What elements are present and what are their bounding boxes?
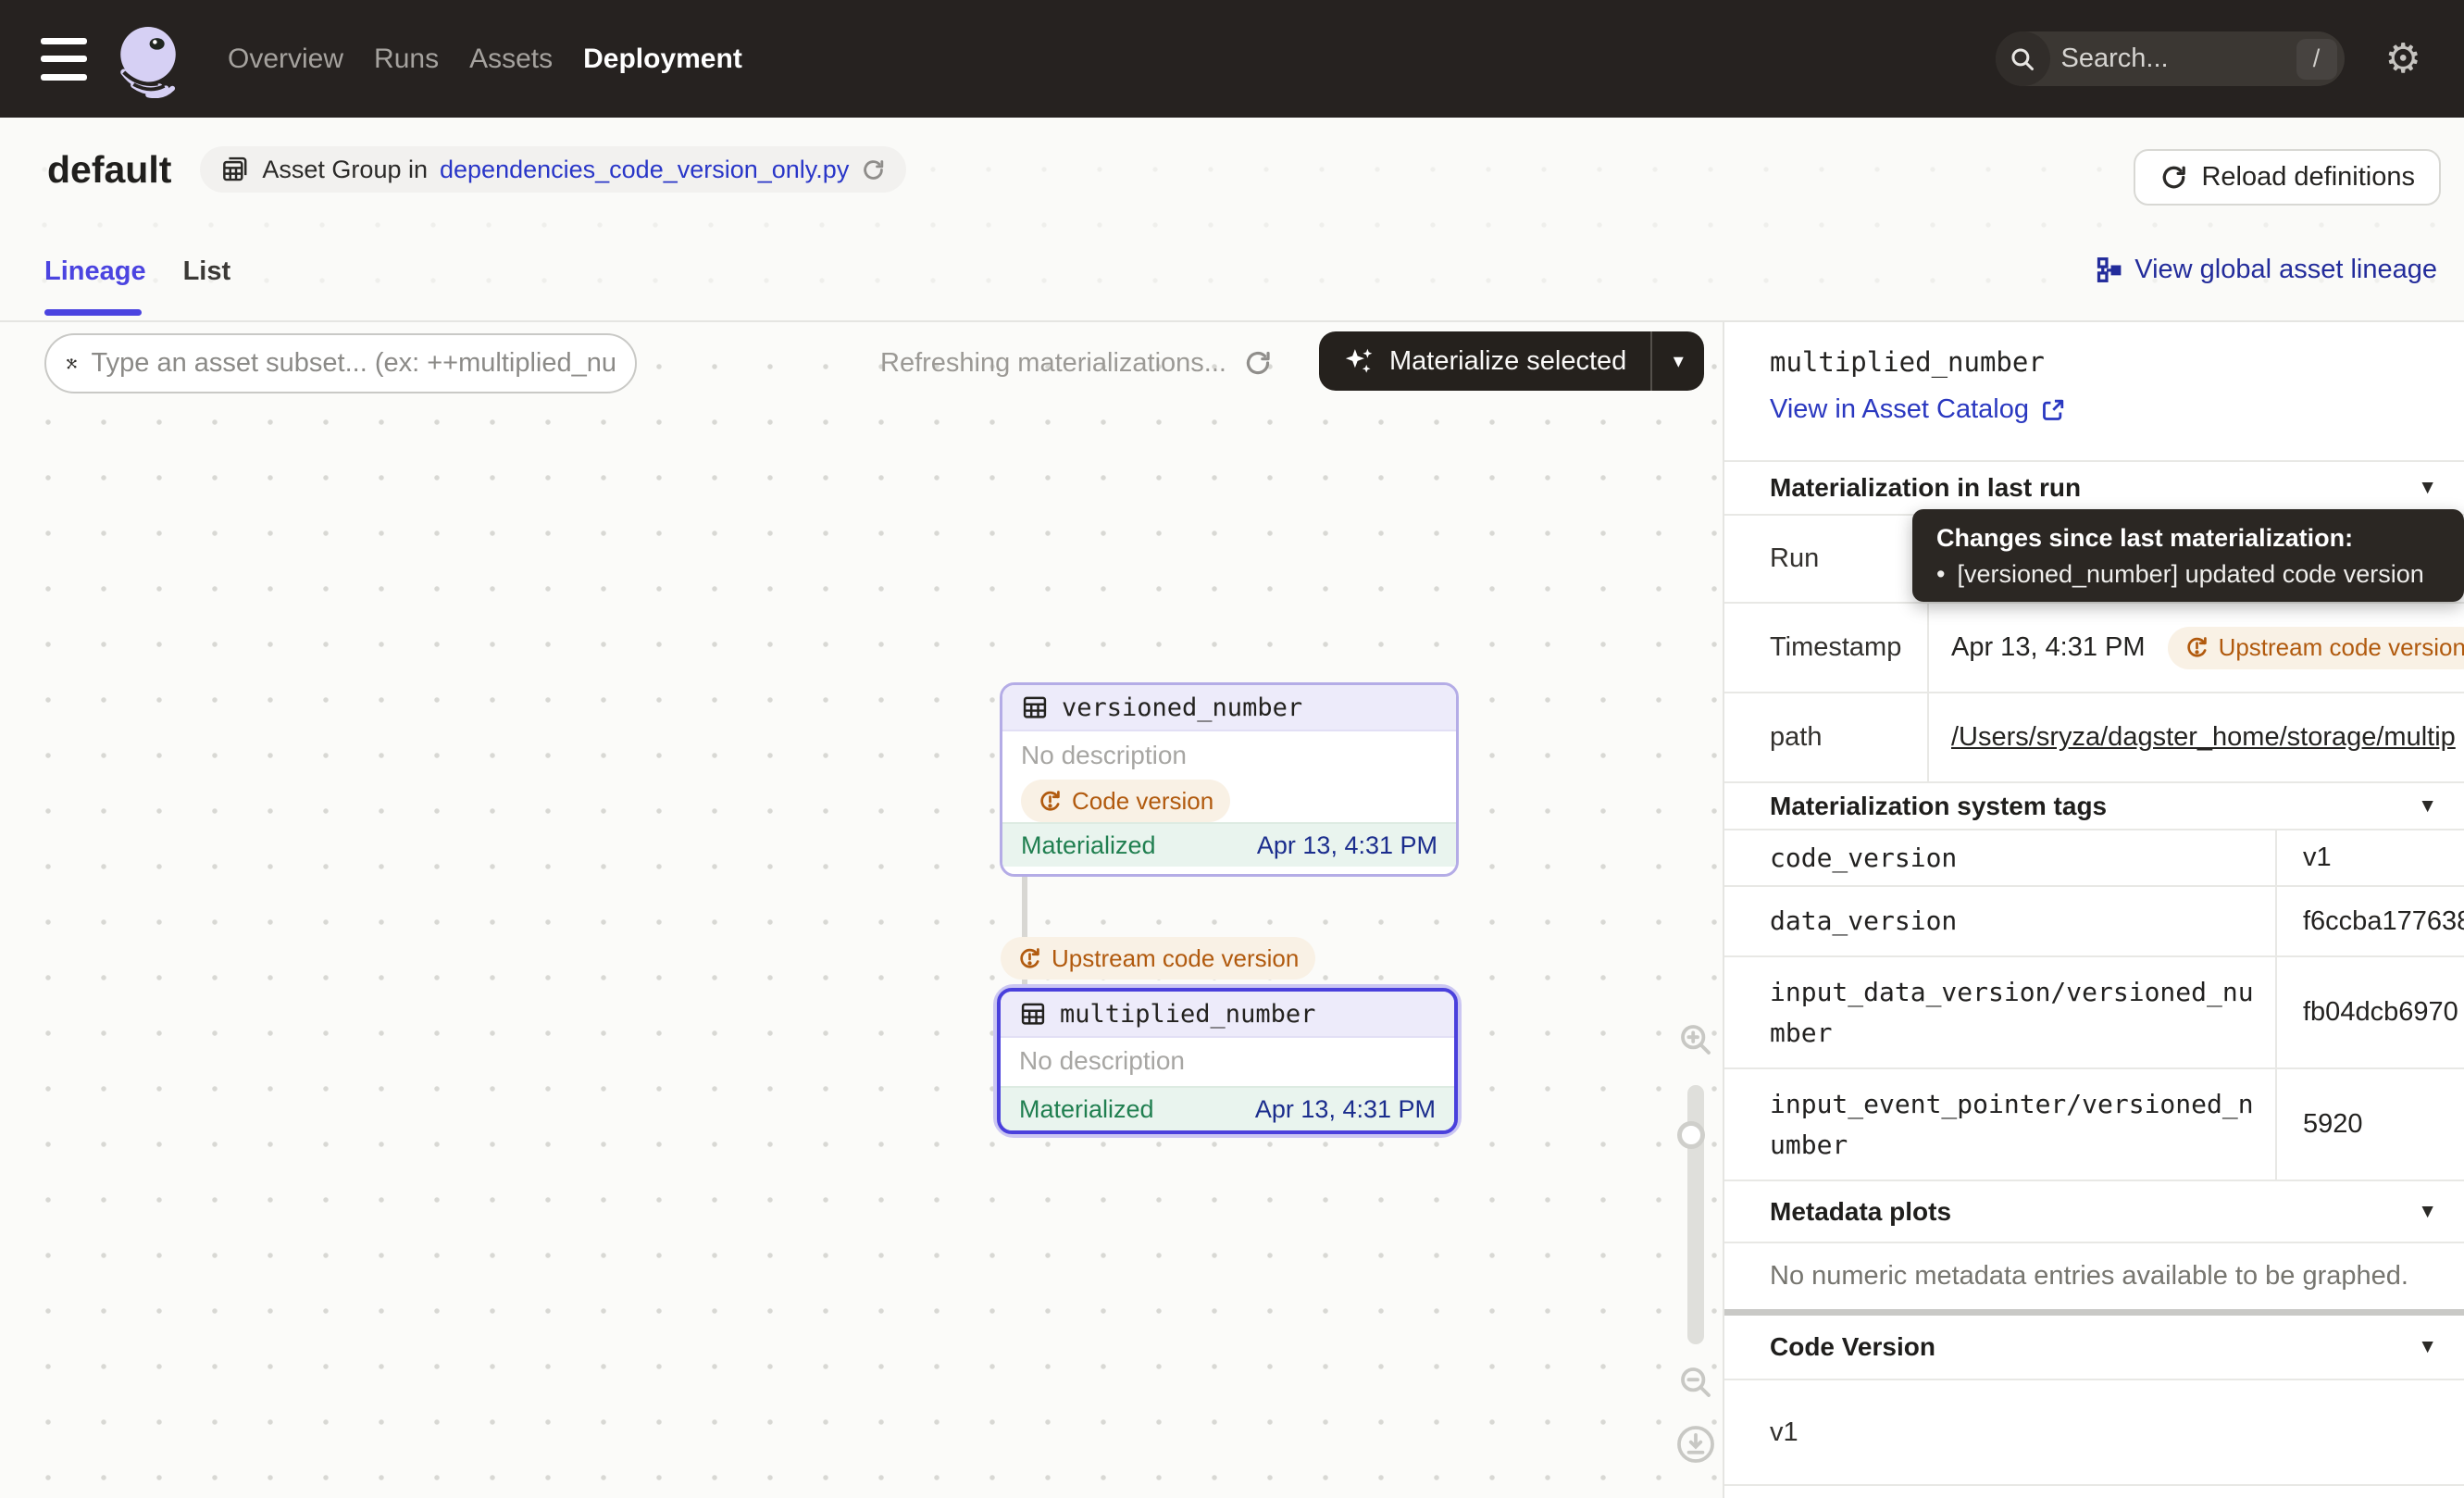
nav-item-assets[interactable]: Assets: [469, 44, 553, 75]
system-tag-row: input_event_pointer/versioned_number 592…: [1724, 1067, 2464, 1180]
settings-gear-icon[interactable]: ⚙: [2385, 39, 2421, 80]
sparkle-icon: [1343, 344, 1376, 378]
nav-item-overview[interactable]: Overview: [228, 44, 343, 75]
zoom-slider-knob[interactable]: [1677, 1121, 1705, 1149]
external-link-icon: [2040, 397, 2066, 423]
changes-tooltip: Changes since last materialization: • [v…: [1912, 509, 2464, 602]
timestamp-label: Timestamp: [1724, 604, 1929, 692]
upstream-code-version-edge-tag: Upstream code version: [1001, 937, 1315, 980]
timestamp-value: Apr 13, 4:31 PM: [1951, 632, 2146, 663]
asset-group-file-link[interactable]: dependencies_code_version_only.py: [440, 156, 849, 184]
code-version-changed-icon: [1017, 946, 1042, 971]
path-label: path: [1724, 693, 1929, 781]
asset-node-multiplied-number[interactable]: multiplied_number No description Materia…: [993, 984, 1462, 1138]
code-version-value: v1: [1724, 1379, 2464, 1484]
download-image-button[interactable]: [1675, 1424, 1716, 1465]
tab-lineage[interactable]: Lineage: [44, 256, 146, 287]
metadata-plots-empty-message: No numeric metadata entries available to…: [1724, 1242, 2464, 1309]
panel-asset-title: multiplied_number: [1770, 346, 2464, 378]
asset-subset-placeholder: Type an asset subset... (ex: ++multiplie…: [92, 348, 616, 379]
refreshing-label: Refreshing materializations...: [880, 348, 1226, 379]
asset-subset-input[interactable]: Type an asset subset... (ex: ++multiplie…: [44, 333, 637, 393]
system-tag-row: code_version v1: [1724, 829, 2464, 885]
code-version-tag: Code version: [1021, 780, 1230, 822]
tab-active-indicator: [44, 309, 142, 316]
graph-filter-icon: [65, 348, 79, 380]
section-divider: [1724, 1309, 2464, 1316]
asset-details-panel: multiplied_number View in Asset Catalog …: [1723, 322, 2464, 1498]
asset-group-label: Asset Group in: [262, 156, 428, 184]
nav-item-deployment[interactable]: Deployment: [583, 44, 742, 75]
view-in-asset-catalog-link[interactable]: View in Asset Catalog: [1770, 394, 2066, 425]
refreshing-status: Refreshing materializations...: [880, 339, 1273, 387]
asset-node-versioned-number[interactable]: versioned_number No description Code ver…: [1000, 682, 1459, 877]
tooltip-bullet-text: [versioned_number] updated code version: [1957, 560, 2423, 589]
menu-icon[interactable]: [41, 38, 87, 81]
reload-definitions-label: Reload definitions: [2201, 162, 2415, 193]
section-config[interactable]: Config: [1724, 1484, 2464, 1498]
bullet-glyph: •: [1936, 560, 1945, 589]
materialized-status: Materialized: [1021, 831, 1156, 860]
section-code-version[interactable]: Code Version ▼: [1724, 1316, 2464, 1379]
run-label: Run: [1724, 516, 1929, 602]
asset-graph-canvas[interactable]: Type an asset subset... (ex: ++multiplie…: [0, 322, 1723, 1498]
materialize-selected-label: Materialize selected: [1389, 346, 1626, 377]
view-global-asset-lineage-link[interactable]: View global asset lineage: [2095, 255, 2437, 285]
timestamp-row: Timestamp Apr 13, 4:31 PM Upstream code …: [1724, 602, 2464, 692]
asset-group-icon: [220, 155, 250, 184]
dagster-app: Overview Runs Assets Deployment Search..…: [0, 0, 2464, 1498]
system-tag-row: data_version f6ccba177638: [1724, 885, 2464, 955]
asset-node-name: multiplied_number: [1060, 1000, 1315, 1029]
nav-items: Overview Runs Assets Deployment: [228, 44, 742, 75]
nav-item-runs[interactable]: Runs: [374, 44, 439, 75]
asset-node-description: No description: [1001, 1038, 1454, 1086]
asset-node-description: No description: [1002, 731, 1456, 770]
section-materialization-system-tags[interactable]: Materialization system tags ▼: [1724, 781, 2464, 829]
code-version-changed-icon: [2184, 635, 2209, 660]
zoom-out-button[interactable]: [1677, 1364, 1714, 1401]
zoom-slider[interactable]: [1687, 1085, 1704, 1344]
materialized-status: Materialized: [1019, 1095, 1154, 1124]
page-header: default Asset Group in dependencies_code…: [0, 118, 2464, 322]
zoom-in-button[interactable]: [1677, 1021, 1714, 1058]
tab-list[interactable]: List: [183, 256, 231, 287]
chevron-down-icon[interactable]: ▼: [2418, 795, 2437, 818]
tabs: Lineage List: [44, 256, 230, 287]
section-metadata-plots[interactable]: Metadata plots ▼: [1724, 1180, 2464, 1242]
upstream-code-version-tag: Upstream code version: [2168, 627, 2464, 669]
asset-node-name: versioned_number: [1062, 693, 1302, 722]
view-global-asset-lineage-label: View global asset lineage: [2134, 255, 2437, 285]
materialized-timestamp: Apr 13, 4:31 PM: [1255, 1095, 1436, 1124]
lineage-icon: [2095, 256, 2123, 284]
chevron-down-icon[interactable]: ▼: [2418, 477, 2437, 499]
table-icon: [1021, 693, 1049, 721]
materialized-timestamp: Apr 13, 4:31 PM: [1257, 831, 1437, 860]
chevron-down-icon[interactable]: ▼: [2418, 1336, 2437, 1358]
path-link[interactable]: /Users/sryza/dagster_home/storage/multip: [1951, 722, 2456, 753]
path-row: path /Users/sryza/dagster_home/storage/m…: [1724, 692, 2464, 781]
materialize-selected-button[interactable]: Materialize selected ▾: [1319, 331, 1704, 391]
search-icon: [1996, 31, 2050, 86]
search-placeholder: Search...: [2061, 44, 2296, 74]
section-materialization-in-last-run[interactable]: Materialization in last run ▼: [1724, 460, 2464, 514]
code-version-changed-icon: [1038, 789, 1063, 814]
search-input[interactable]: Search... /: [1996, 31, 2345, 86]
page-title: default: [47, 148, 171, 192]
table-icon: [1019, 1000, 1047, 1028]
search-shortcut-badge: /: [2296, 39, 2337, 80]
system-tag-row: input_data_version/versioned_number fb04…: [1724, 955, 2464, 1067]
chevron-down-icon[interactable]: ▼: [2418, 1201, 2437, 1223]
asset-group-badge: Asset Group in dependencies_code_version…: [200, 146, 906, 193]
refresh-icon[interactable]: [861, 157, 886, 182]
reload-icon: [2159, 163, 2188, 192]
refresh-icon[interactable]: [1243, 348, 1273, 378]
reload-definitions-button[interactable]: Reload definitions: [2134, 149, 2441, 206]
dagster-logo-icon[interactable]: [109, 20, 187, 98]
materialize-dropdown-button[interactable]: ▾: [1652, 331, 1704, 391]
top-nav: Overview Runs Assets Deployment Search..…: [0, 0, 2464, 118]
tooltip-title: Changes since last materialization:: [1936, 524, 2440, 553]
